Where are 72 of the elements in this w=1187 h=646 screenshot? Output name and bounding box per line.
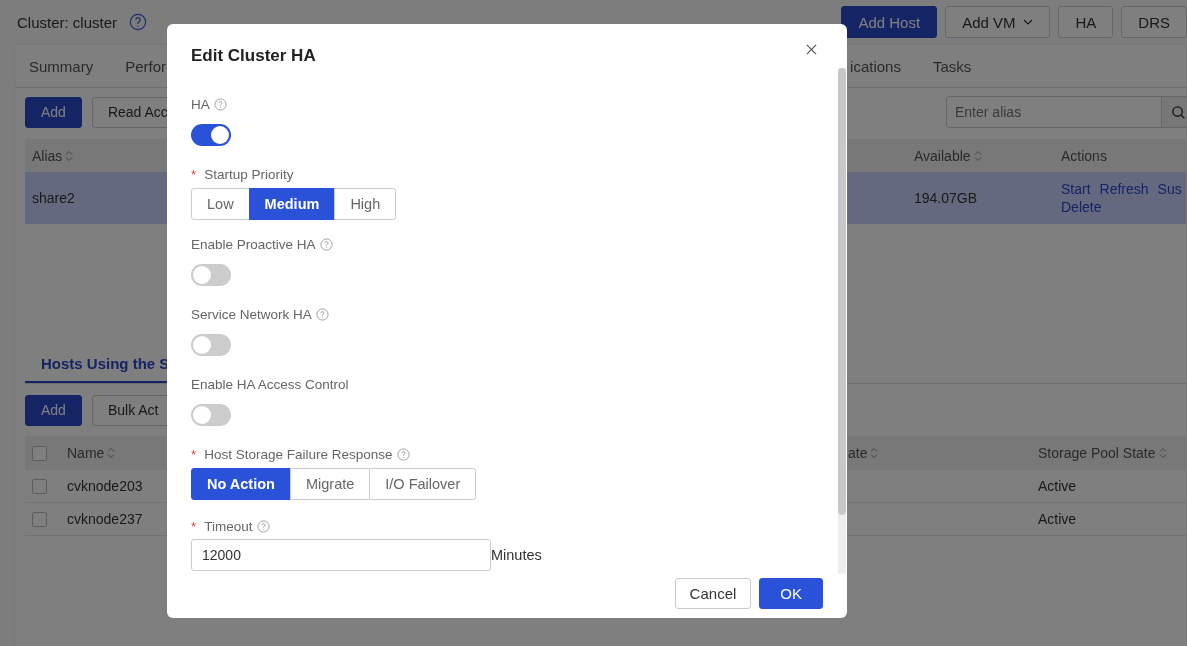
help-icon[interactable] [213,97,227,111]
help-icon[interactable] [315,307,329,321]
scrollbar[interactable] [838,68,846,574]
column-header[interactable]: Alias [32,147,63,164]
help-icon[interactable] [319,237,333,251]
close-icon[interactable] [806,43,817,55]
sort-icon[interactable] [1158,447,1167,459]
tab[interactable]: Perfor [125,57,167,75]
segment-button[interactable]: I/O Failover [369,468,477,500]
table-cell: Active [1038,511,1077,527]
field-label: Service Network HA [191,306,312,322]
dialog-button[interactable]: Cancel [674,578,752,609]
checkbox[interactable] [32,445,47,461]
field-label: Host Storage Failure Response [204,446,393,462]
help-icon[interactable] [129,13,148,31]
table-cell: cvknode203 [67,478,143,494]
action-link[interactable]: Refresh [1099,181,1149,197]
toggle-switch[interactable] [191,334,231,356]
column-header[interactable]: ate [848,445,868,461]
segment-button[interactable]: Migrate [289,468,371,500]
segment-button[interactable]: No Action [191,468,291,500]
header-button[interactable]: DRS [1121,6,1187,38]
header-button[interactable]: Add VM [945,6,1051,38]
action-link[interactable]: Delete [1061,199,1102,215]
column-header[interactable]: Storage Pool State [1038,445,1156,461]
dialog-button[interactable]: OK [759,578,823,609]
column-header[interactable]: Name [67,445,105,461]
search-icon [1171,104,1186,120]
field-label: Startup Priority [204,166,294,182]
column-header[interactable]: Actions [1061,147,1107,164]
action-link[interactable]: Sus [1157,181,1182,197]
unit-label: Minutes [491,547,542,563]
help-icon[interactable] [256,519,270,533]
toggle-switch[interactable] [191,124,231,146]
page-title: Cluster: cluster [17,13,118,31]
column-header[interactable]: Available [914,147,971,164]
checkbox[interactable] [32,511,47,527]
caret-icon [1023,19,1034,25]
toolbar-button[interactable]: Add [25,96,82,128]
tab[interactable]: Tasks [932,57,972,75]
header-button[interactable]: Add Host [841,6,938,38]
sort-icon[interactable] [65,149,74,162]
table-cell: share2 [32,190,75,206]
header-button[interactable]: HA [1058,6,1114,38]
checkbox[interactable] [32,478,47,494]
required-mark: * [191,446,197,462]
segment-button[interactable]: Low [191,188,250,220]
field-label: Timeout [204,518,253,534]
segment-button[interactable]: High [334,188,397,220]
search-button[interactable] [1162,96,1187,128]
sort-icon[interactable] [973,149,982,162]
input-field[interactable]: 12000 [191,539,491,571]
toggle-switch[interactable] [191,404,231,426]
search-field[interactable]: Enter alias [946,96,1162,128]
table-cell: Active [1038,478,1077,494]
tab[interactable]: ications [850,57,901,75]
dialog-title: Edit Cluster HA [191,46,316,66]
help-icon[interactable] [396,447,410,461]
sort-icon[interactable] [870,447,879,459]
required-mark: * [191,166,197,182]
table-cell: 194.07GB [914,190,978,206]
toolbar-button[interactable]: Add [25,394,82,426]
toggle-switch[interactable] [191,264,231,286]
segment-button[interactable]: Medium [248,188,336,220]
sort-icon[interactable] [107,447,116,459]
required-mark: * [191,518,197,534]
table-cell: cvknode237 [67,511,143,527]
action-link[interactable]: Start [1061,181,1091,197]
field-label: Enable HA Access Control [191,376,349,392]
field-label: Enable Proactive HA [191,236,316,252]
field-label: HA [191,96,210,112]
tab[interactable]: Summary [29,57,94,75]
